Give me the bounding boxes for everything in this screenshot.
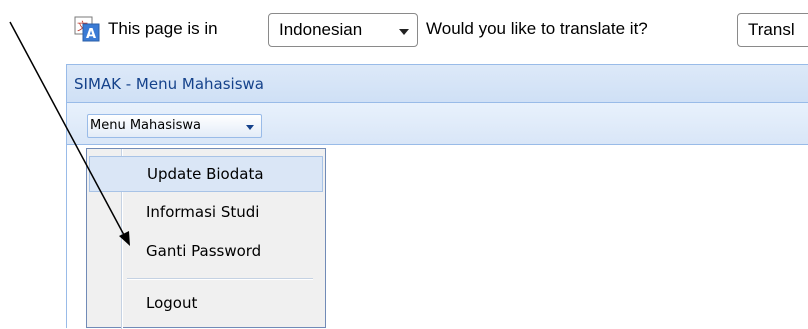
chevron-down-icon (399, 29, 409, 35)
translate-question-text: Would you like to translate it? (426, 19, 648, 38)
translate-icon: 文 A (74, 16, 100, 42)
translate-bar: 文 A This page is in Indonesian Would you… (66, 0, 808, 62)
svg-text:A: A (86, 27, 96, 42)
chevron-down-icon (246, 125, 254, 130)
language-select[interactable]: Indonesian (268, 13, 418, 47)
translate-button-label: Transl (748, 20, 795, 39)
menu-item-label: Logout (146, 294, 198, 312)
language-select-value: Indonesian (279, 20, 363, 39)
menu-item-label: Informasi Studi (146, 203, 260, 221)
window-title-bar: SIMAK - Menu Mahasiswa (67, 65, 808, 103)
translate-button[interactable]: Transl (737, 13, 808, 47)
window-toolbar: Menu Mahasiswa (67, 103, 808, 145)
window-title: SIMAK - Menu Mahasiswa (74, 75, 264, 93)
menu-mahasiswa-button[interactable]: Menu Mahasiswa (87, 114, 262, 138)
menu-item-informasi-studi[interactable]: Informasi Studi (89, 195, 323, 231)
menu-item-label: Ganti Password (146, 242, 262, 260)
dropdown-menu: Update Biodata Informasi Studi Ganti Pas… (86, 148, 326, 329)
menu-separator-highlight (127, 279, 313, 280)
menu-button-label: Menu Mahasiswa (90, 118, 201, 133)
menu-item-logout[interactable]: Logout (89, 286, 323, 322)
menu-item-label: Update Biodata (147, 165, 264, 183)
menu-item-ganti-password[interactable]: Ganti Password (89, 234, 323, 270)
translate-prefix-text: This page is in (108, 19, 218, 38)
menu-item-update-biodata[interactable]: Update Biodata (89, 156, 323, 192)
